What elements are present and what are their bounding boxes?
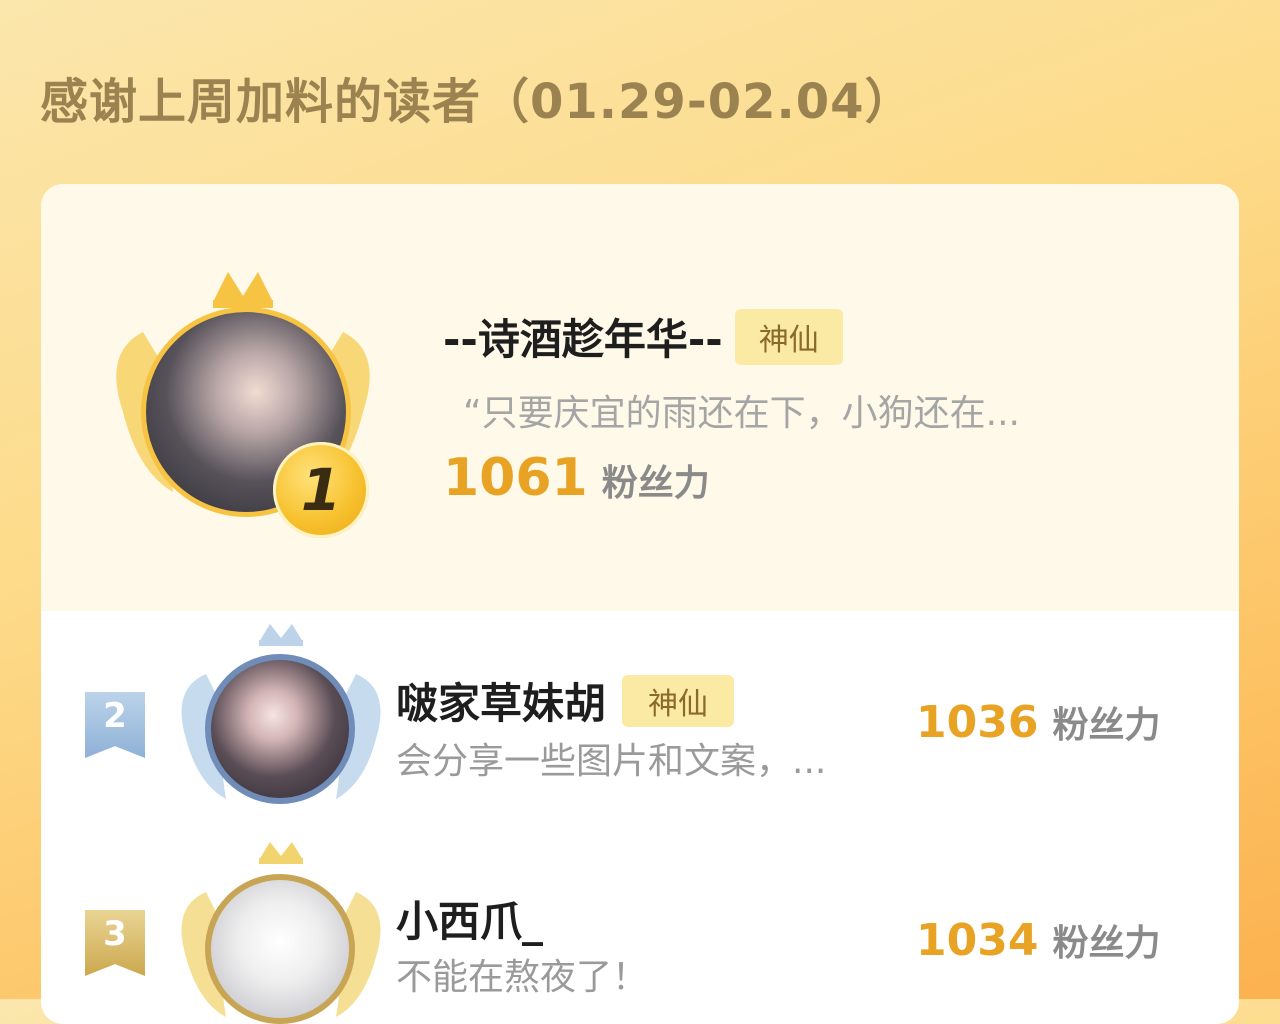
level-badge: 神仙 (622, 674, 735, 727)
top-reader-section[interactable]: 1 --诗酒趁年华-- 神仙 “只要庆宜的雨还在下，小狗还在... 1061 粉丝… (41, 184, 1239, 611)
avatar[interactable] (205, 874, 355, 1024)
reader-description: 不能在熬夜了！ (396, 957, 649, 998)
reader-name[interactable]: 啵家草妹胡 神仙 (396, 670, 735, 731)
fan-points: 1061 粉丝力 (443, 448, 710, 508)
rank-3-ribbon-icon: 3 (85, 910, 145, 976)
page-title: 感谢上周加料的读者（01.29-02.04） (40, 74, 914, 130)
points-unit: 粉丝力 (1052, 705, 1161, 746)
points-unit: 粉丝力 (601, 463, 710, 504)
rank-1-medal-icon: 1 (273, 442, 369, 538)
reader-name-text: 啵家草妹胡 (396, 679, 607, 728)
reader-name-text: 小西爪_ (396, 897, 544, 946)
leaderboard-card: 1 --诗酒趁年华-- 神仙 “只要庆宜的雨还在下，小狗还在... 1061 粉丝… (41, 184, 1239, 1024)
fan-points: 1036 粉丝力 (916, 696, 1160, 748)
points-value: 1061 (443, 448, 588, 508)
points-value: 1036 (916, 697, 1039, 748)
reader-name[interactable]: 小西爪_ (396, 888, 543, 949)
reader-name-text: --诗酒趁年华-- (443, 315, 723, 364)
points-value: 1034 (916, 915, 1039, 966)
reader-description: 会分享一些图片和文案，... (396, 741, 827, 782)
reader-description: “只要庆宜的雨还在下，小狗还在... (463, 393, 1020, 434)
rank-2-ribbon-icon: 2 (85, 692, 145, 758)
avatar[interactable] (205, 654, 355, 804)
level-badge: 神仙 (734, 308, 843, 365)
points-unit: 粉丝力 (1052, 923, 1161, 964)
reader-name[interactable]: --诗酒趁年华-- 神仙 (443, 306, 843, 367)
fan-points: 1034 粉丝力 (916, 914, 1160, 966)
